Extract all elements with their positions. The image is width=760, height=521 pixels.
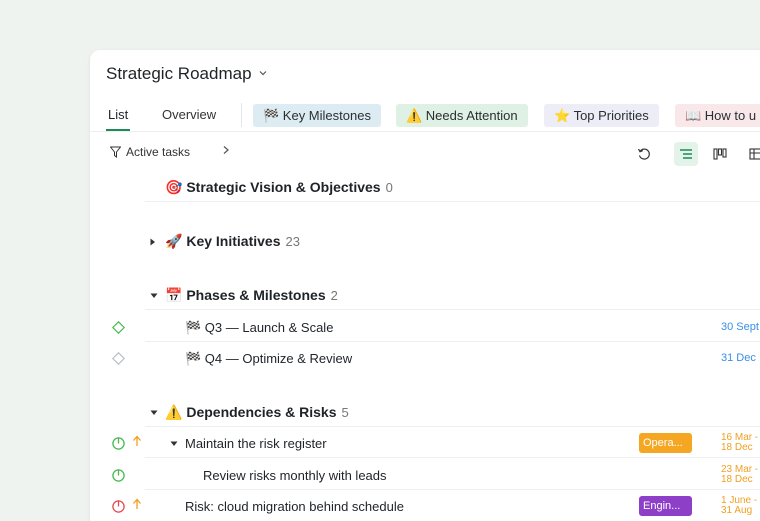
caret-down-icon[interactable] bbox=[150, 292, 158, 301]
task-title[interactable]: Maintain the risk register bbox=[185, 436, 327, 451]
group-title: 🚀 Key Initiatives 23 bbox=[165, 233, 300, 250]
team-tag[interactable]: Opera... bbox=[639, 433, 692, 453]
group-label: Key Initiatives bbox=[186, 233, 281, 249]
date-range-end[interactable]: 31 Aug bbox=[721, 506, 752, 516]
group-count: 5 bbox=[341, 405, 349, 420]
group-count: 23 bbox=[285, 234, 300, 249]
milestone-diamond-icon[interactable] bbox=[111, 351, 126, 366]
task-title[interactable]: 🏁 Q3 — Launch & Scale bbox=[185, 320, 333, 336]
team-tag[interactable]: Engin... bbox=[639, 496, 692, 516]
group-title: 📅 Phases & Milestones 2 bbox=[165, 287, 338, 304]
row-divider bbox=[145, 341, 760, 342]
due-date[interactable]: 30 Sept bbox=[721, 322, 759, 333]
task-row-review-risks[interactable]: Review risks monthly with leads 23 Mar -… bbox=[90, 460, 760, 490]
roadmap-panel: Strategic Roadmap List Overview 🏁 Key Mi… bbox=[90, 50, 760, 521]
row-divider bbox=[145, 201, 760, 202]
caret-down-icon[interactable] bbox=[170, 440, 178, 449]
caret-right-icon[interactable] bbox=[150, 238, 156, 248]
group-label: Strategic Vision & Objectives bbox=[186, 179, 381, 195]
group-label: Dependencies & Risks bbox=[186, 404, 337, 420]
group-title: ⚠️ Dependencies & Risks 5 bbox=[165, 404, 349, 421]
status-at-risk-icon[interactable] bbox=[112, 500, 125, 513]
group-label: Phases & Milestones bbox=[186, 287, 326, 303]
warning-icon: ⚠️ bbox=[165, 404, 183, 420]
status-in-progress-icon[interactable] bbox=[112, 469, 125, 482]
milestone-diamond-icon[interactable] bbox=[111, 320, 126, 335]
task-title[interactable]: Review risks monthly with leads bbox=[203, 468, 387, 483]
group-header-phases[interactable]: 📅 Phases & Milestones 2 bbox=[90, 280, 760, 310]
task-row-risk-register[interactable]: Maintain the risk register Opera... 16 M… bbox=[90, 428, 760, 458]
priority-up-arrow-icon[interactable] bbox=[132, 435, 142, 450]
caret-down-icon[interactable] bbox=[150, 409, 158, 418]
due-date[interactable]: 31 Dec bbox=[721, 353, 756, 364]
date-range-end[interactable]: 18 Dec bbox=[721, 475, 753, 485]
calendar-icon: 📅 bbox=[165, 287, 183, 303]
task-title[interactable]: 🏁 Q4 — Optimize & Review bbox=[185, 351, 352, 367]
task-row-q4[interactable]: 🏁 Q4 — Optimize & Review 31 Dec bbox=[90, 343, 760, 373]
group-count: 0 bbox=[385, 180, 393, 195]
date-range-end[interactable]: 18 Dec bbox=[721, 443, 753, 453]
status-in-progress-icon[interactable] bbox=[112, 437, 125, 450]
target-icon: 🎯 bbox=[165, 179, 183, 195]
task-title[interactable]: Risk: cloud migration behind schedule bbox=[185, 499, 404, 514]
row-divider bbox=[145, 426, 760, 427]
task-row-q3[interactable]: 🏁 Q3 — Launch & Scale 30 Sept bbox=[90, 312, 760, 342]
task-row-cloud-migration[interactable]: Risk: cloud migration behind schedule En… bbox=[90, 491, 760, 521]
group-header-vision[interactable]: 🎯 Strategic Vision & Objectives 0 bbox=[90, 172, 760, 202]
row-divider bbox=[145, 309, 760, 310]
group-header-initiatives[interactable]: 🚀 Key Initiatives 23 bbox=[90, 226, 760, 256]
group-header-risks[interactable]: ⚠️ Dependencies & Risks 5 bbox=[90, 397, 760, 427]
task-list: 🎯 Strategic Vision & Objectives 0 🚀 Key I… bbox=[90, 50, 760, 521]
group-count: 2 bbox=[330, 288, 338, 303]
row-divider bbox=[145, 489, 760, 490]
rocket-icon: 🚀 bbox=[165, 233, 183, 249]
row-divider bbox=[145, 457, 760, 458]
group-title: 🎯 Strategic Vision & Objectives 0 bbox=[165, 179, 393, 196]
priority-up-arrow-icon[interactable] bbox=[132, 498, 142, 513]
